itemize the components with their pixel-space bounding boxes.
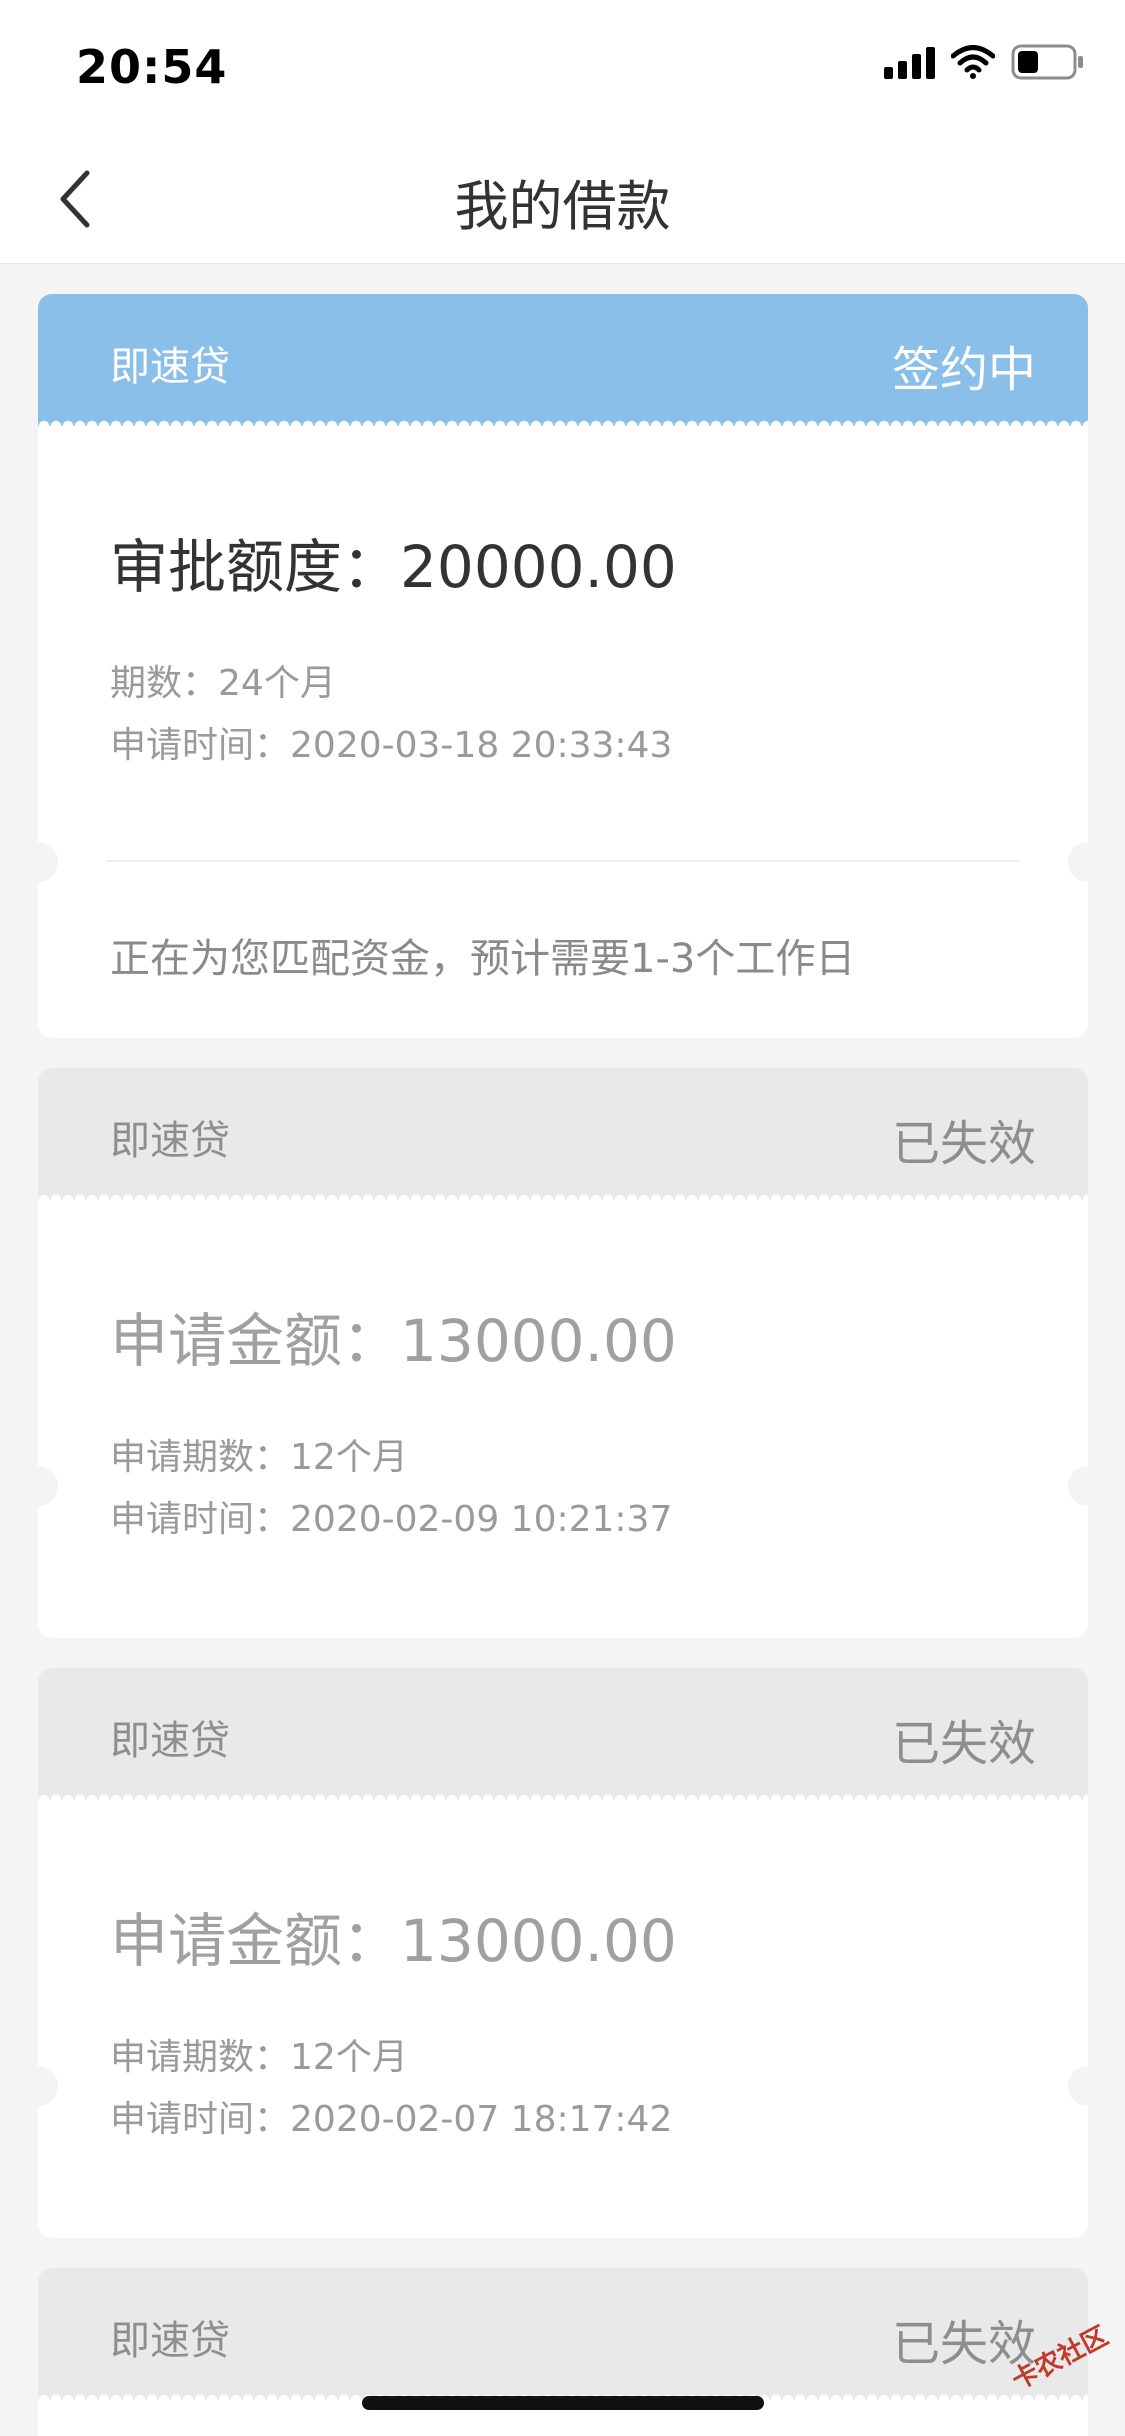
loan-card[interactable]: 即速贷 签约中 审批额度：20000.00 期数：24个月 申请时间：2020-… [18,294,1108,1038]
apply-time: 申请时间：2020-02-09 10:21:37 [110,1490,672,1542]
product-name: 即速贷 [110,344,230,390]
product-name: 即速贷 [110,1718,230,1764]
applied-amount: 申请金额：13000.00 [110,1294,677,1378]
amount-value: 13000.00 [400,1307,677,1375]
wifi-icon [951,45,995,79]
term-value: 12个月 [290,2037,408,2078]
term-value: 24个月 [218,663,336,704]
status-notice: 正在为您匹配资金，预计需要1-3个工作日 [110,936,856,982]
ticket-notch-right [1068,842,1108,882]
status-time: 20:54 [76,40,228,94]
term-value: 12个月 [290,1437,408,1478]
status-bar: 20:54 [0,0,1125,132]
ticket-notch-right [1068,2066,1108,2106]
time-value: 2020-03-18 20:33:43 [290,725,673,766]
time-label: 申请时间： [110,725,291,766]
loan-term: 申请期数：12个月 [110,2028,408,2080]
scalloped-edge [38,420,1088,432]
ticket-notch-right [1068,1466,1108,1506]
ticket-notch-left [18,1466,58,1506]
divider [106,860,1020,862]
time-value: 2020-02-07 18:17:42 [290,2099,673,2140]
term-label: 申请期数： [110,1437,291,1478]
nav-bar: 我的借款 [0,132,1125,264]
amount-value: 20000.00 [400,533,677,601]
loan-card[interactable]: 即速贷 已失效 申请金额：13000.00 申请期数：12个月 申请时间：202… [18,1068,1108,1638]
loan-card-header: 即速贷 已失效 [38,1668,1088,1806]
applied-amount: 申请金额：13000.00 [110,1894,677,1978]
loan-card-header: 即速贷 已失效 [38,2268,1088,2406]
loan-card[interactable]: 即速贷 已失效 [38,2268,1088,2436]
product-name: 即速贷 [110,1118,230,1164]
loan-card-header: 即速贷 已失效 [38,1068,1088,1206]
time-value: 2020-02-09 10:21:37 [290,1499,673,1540]
status-badge: 已失效 [891,1116,1036,1172]
amount-value: 13000.00 [400,1907,677,1975]
term-label: 申请期数： [110,2037,291,2078]
battery-icon [1011,44,1083,80]
loan-term: 申请期数：12个月 [110,1428,408,1480]
loan-card[interactable]: 即速贷 已失效 申请金额：13000.00 申请期数：12个月 申请时间：202… [18,1668,1108,2238]
term-label: 期数： [110,663,219,704]
ticket-notch-left [18,2066,58,2106]
time-label: 申请时间： [110,1499,291,1540]
loan-term: 期数：24个月 [110,654,336,706]
cellular-signal-icon [884,45,935,79]
product-name: 即速贷 [110,2318,230,2364]
status-badge: 签约中 [891,342,1036,398]
amount-label: 审批额度： [110,533,401,601]
page-title: 我的借款 [454,175,671,238]
time-label: 申请时间： [110,2099,291,2140]
scalloped-edge [38,1194,1088,1206]
amount-label: 申请金额： [110,1307,401,1375]
home-indicator[interactable] [362,2396,764,2410]
status-badge: 已失效 [891,1716,1036,1772]
status-icons [884,44,1085,80]
ticket-notch-left [18,842,58,882]
apply-time: 申请时间：2020-02-07 18:17:42 [110,2090,672,2142]
apply-time: 申请时间：2020-03-18 20:33:43 [110,716,672,768]
amount-label: 申请金额： [110,1907,401,1975]
loan-card-header: 即速贷 签约中 [38,294,1088,432]
scalloped-edge [38,1794,1088,1806]
approved-amount: 审批额度：20000.00 [110,520,677,604]
